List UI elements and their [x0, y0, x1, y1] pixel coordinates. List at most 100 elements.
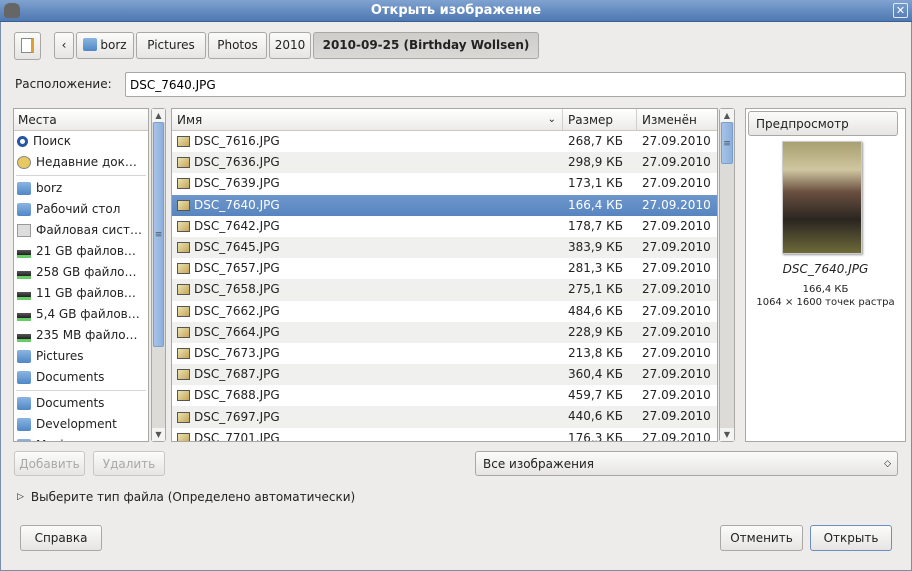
- place-item[interactable]: 21 GB файлов…: [14, 241, 148, 262]
- drive-icon: [17, 291, 31, 300]
- scroll-up-icon[interactable]: ▲: [152, 109, 165, 122]
- file-filter-select[interactable]: Все изображения ◇: [475, 451, 898, 476]
- image-file-icon: [177, 157, 190, 169]
- place-label: 11 GB файлов…: [36, 286, 136, 300]
- file-row[interactable]: DSC_7687.JPG 360,4 КБ 27.09.2010: [172, 364, 717, 386]
- image-file-icon: [177, 347, 190, 359]
- place-item[interactable]: Documents: [14, 367, 148, 388]
- place-label: Documents: [36, 396, 105, 410]
- column-name-label: Имя: [177, 113, 203, 127]
- folder-icon: [17, 350, 31, 363]
- preview-size: 166,4 КБ: [802, 284, 849, 295]
- edit-location-button[interactable]: [14, 32, 41, 60]
- file-list-scrollbar[interactable]: ▲ ≡ ▼: [719, 108, 735, 442]
- scrollbar-thumb[interactable]: ≡: [153, 122, 164, 347]
- breadcrumb-2010[interactable]: 2010: [269, 32, 311, 59]
- place-item[interactable]: Недавние док…: [14, 152, 148, 173]
- place-item[interactable]: 5,4 GB файлов…: [14, 304, 148, 325]
- file-name: DSC_7658.JPG: [194, 282, 280, 297]
- column-size[interactable]: Размер: [563, 109, 637, 130]
- file-name-cell: DSC_7688.JPG: [172, 385, 563, 406]
- file-name: DSC_7640.JPG: [194, 197, 280, 212]
- file-size: 176,3 КБ: [568, 430, 623, 442]
- place-item[interactable]: Рабочий стол: [14, 199, 148, 220]
- location-input[interactable]: [125, 72, 906, 97]
- breadcrumb-current-folder[interactable]: 2010-09-25 (Birthday Wollsen): [313, 32, 539, 59]
- preview-header[interactable]: Предпросмотр: [748, 111, 898, 136]
- places-header[interactable]: Места: [14, 109, 148, 131]
- location-label: Расположение:: [15, 77, 112, 91]
- breadcrumb-back-button[interactable]: ‹: [54, 32, 74, 59]
- file-row[interactable]: DSC_7645.JPG 383,9 КБ 27.09.2010: [172, 236, 717, 259]
- file-name: DSC_7639.JPG: [194, 176, 280, 191]
- place-item[interactable]: Поиск: [14, 131, 148, 152]
- folder-icon: [17, 371, 31, 384]
- filetype-label: Выберите тип файла (Определено автоматич…: [30, 490, 356, 504]
- preview-thumbnail: [782, 141, 862, 254]
- place-label: Music: [36, 435, 70, 441]
- file-row[interactable]: DSC_7640.JPG 166,4 КБ 27.09.2010: [172, 194, 717, 216]
- file-row[interactable]: DSC_7673.JPG 213,8 КБ 27.09.2010: [172, 343, 717, 364]
- file-row[interactable]: DSC_7688.JPG 459,7 КБ 27.09.2010: [172, 385, 717, 406]
- file-modified: 27.09.2010: [642, 409, 711, 424]
- place-item[interactable]: Development: [14, 414, 148, 435]
- file-modified: 27.09.2010: [642, 324, 711, 339]
- scroll-down-icon[interactable]: ▼: [152, 428, 165, 441]
- scroll-down-icon[interactable]: ▼: [720, 428, 734, 441]
- breadcrumb-pictures[interactable]: Pictures: [136, 32, 206, 59]
- help-button[interactable]: Справка: [20, 525, 102, 551]
- file-row[interactable]: DSC_7664.JPG 228,9 КБ 27.09.2010: [172, 321, 717, 343]
- column-name[interactable]: Имя ⌄: [172, 109, 563, 130]
- file-row[interactable]: DSC_7662.JPG 484,6 КБ 27.09.2010: [172, 301, 717, 322]
- file-name: DSC_7616.JPG: [194, 134, 280, 149]
- file-name-cell: DSC_7701.JPG: [172, 428, 563, 441]
- scroll-up-icon[interactable]: ▲: [720, 109, 734, 122]
- file-name-cell: DSC_7658.JPG: [172, 279, 563, 300]
- file-row[interactable]: DSC_7701.JPG 176,3 КБ 27.09.2010: [172, 428, 717, 442]
- file-size: 440,6 КБ: [568, 409, 623, 424]
- place-item[interactable]: Music: [14, 435, 148, 441]
- place-item[interactable]: 235 MB файло…: [14, 325, 148, 346]
- file-name: DSC_7657.JPG: [194, 261, 280, 276]
- close-button[interactable]: ✕: [893, 3, 908, 18]
- remove-bookmark-button[interactable]: Удалить: [93, 451, 165, 476]
- place-item[interactable]: Файловая сист…: [14, 220, 148, 241]
- file-row[interactable]: DSC_7636.JPG 298,9 КБ 27.09.2010: [172, 152, 717, 174]
- file-name: DSC_7688.JPG: [194, 388, 280, 403]
- place-item[interactable]: 11 GB файлов…: [14, 283, 148, 304]
- place-label: borz: [36, 181, 63, 195]
- place-item[interactable]: 258 GB файло…: [14, 262, 148, 283]
- file-row[interactable]: DSC_7616.JPG 268,7 КБ 27.09.2010: [172, 131, 717, 152]
- file-name-cell: DSC_7673.JPG: [172, 343, 563, 364]
- file-name-cell: DSC_7657.JPG: [172, 258, 563, 279]
- desktop-folder-icon: [17, 203, 31, 216]
- place-label: Файловая сист…: [36, 223, 142, 237]
- breadcrumb-borz[interactable]: borz: [76, 32, 134, 59]
- place-item[interactable]: Pictures: [14, 346, 148, 367]
- cancel-button[interactable]: Отменить: [720, 525, 803, 551]
- place-label: Поиск: [33, 134, 72, 148]
- preview-dimensions: 1064 × 1600 точек растра: [756, 297, 895, 308]
- file-row[interactable]: DSC_7658.JPG 275,1 КБ 27.09.2010: [172, 279, 717, 301]
- file-row[interactable]: DSC_7657.JPG 281,3 КБ 27.09.2010: [172, 258, 717, 279]
- drive-icon: [17, 312, 31, 321]
- place-label: 5,4 GB файлов…: [36, 307, 140, 321]
- file-name: DSC_7636.JPG: [194, 155, 280, 170]
- image-file-icon: [177, 369, 190, 381]
- scrollbar-thumb[interactable]: ≡: [721, 122, 733, 164]
- open-button[interactable]: Открыть: [810, 525, 892, 551]
- places-scrollbar[interactable]: ▲ ≡ ▼: [151, 108, 166, 442]
- breadcrumb-photos[interactable]: Photos: [208, 32, 267, 59]
- file-name: DSC_7673.JPG: [194, 345, 280, 360]
- add-bookmark-button[interactable]: Добавить: [14, 451, 85, 476]
- file-row[interactable]: DSC_7642.JPG 178,7 КБ 27.09.2010: [172, 216, 717, 237]
- filetype-expander[interactable]: ▷ Выберите тип файла (Определено автомати…: [17, 490, 355, 504]
- file-row[interactable]: DSC_7697.JPG 440,6 КБ 27.09.2010: [172, 406, 717, 428]
- home-folder-icon: [17, 182, 31, 195]
- place-label: Pictures: [36, 349, 84, 363]
- column-modified[interactable]: Изменён: [637, 109, 717, 130]
- place-item[interactable]: Documents: [14, 393, 148, 414]
- place-item[interactable]: borz: [14, 178, 148, 199]
- image-file-icon: [177, 220, 190, 232]
- file-row[interactable]: DSC_7639.JPG 173,1 КБ 27.09.2010: [172, 173, 717, 194]
